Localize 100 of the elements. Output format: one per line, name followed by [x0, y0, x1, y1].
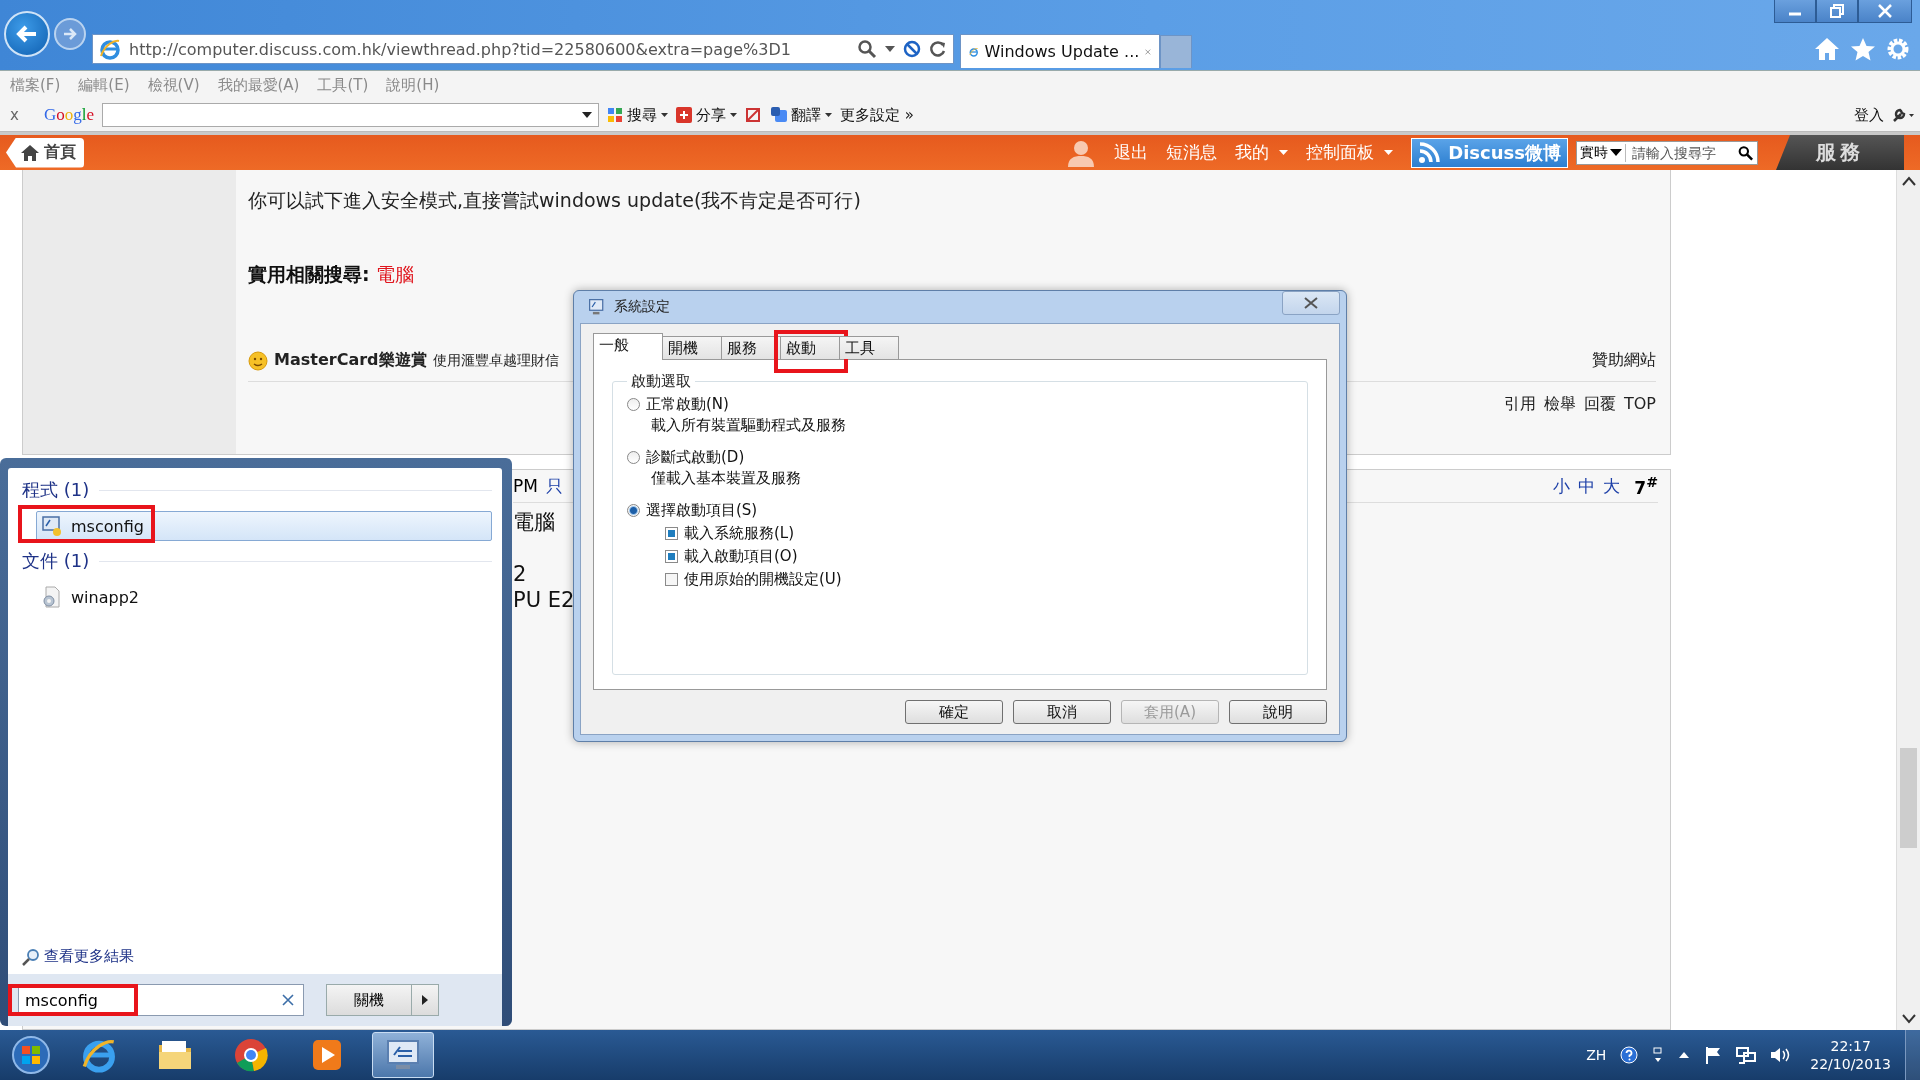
four-squares-icon — [607, 107, 624, 123]
scope-dropdown[interactable]: 實時 — [1577, 143, 1626, 162]
caret-icon — [661, 113, 669, 117]
radio-option[interactable]: 診斷式啟動(D) — [627, 446, 745, 469]
home-icon[interactable] — [1814, 37, 1840, 61]
search-icon[interactable] — [857, 39, 877, 59]
folder-icon — [157, 1039, 193, 1071]
caret-icon[interactable] — [582, 112, 593, 118]
back-button[interactable] — [4, 11, 50, 57]
volume-icon[interactable] — [1770, 1046, 1791, 1064]
radio-option[interactable]: 選擇啟動項目(S) — [627, 499, 758, 522]
ad-text[interactable]: 使用滙豐卓越理財信 — [432, 351, 559, 370]
wrench-icon[interactable] — [1892, 107, 1914, 123]
app-icon — [588, 298, 606, 316]
checkbox-option[interactable]: 載入啟動項目(O) — [665, 545, 798, 568]
refresh-icon[interactable] — [929, 40, 947, 58]
flag-icon[interactable] — [1704, 1046, 1723, 1064]
computer-icon — [386, 1039, 420, 1071]
dialog-tab[interactable]: 工具 — [839, 336, 899, 359]
taskbar-app-button[interactable] — [372, 1032, 434, 1078]
result-label: msconfig — [71, 516, 144, 536]
site-search-field[interactable]: 實時 請輸入搜尋字 — [1576, 140, 1758, 165]
see-more-results-link[interactable]: 查看更多結果 — [22, 947, 492, 966]
dialog-tab[interactable]: 服務 — [721, 336, 781, 359]
clock[interactable]: 22:17 22/10/2013 — [1810, 1037, 1891, 1073]
address-bar[interactable]: http://computer.discuss.com.hk/viewthread.php?tid=22580600&extra=page%3D1 — [92, 34, 954, 64]
close-icon — [1304, 297, 1318, 309]
dialog-tab[interactable]: 開機 — [662, 336, 722, 359]
caret-icon[interactable] — [885, 46, 895, 52]
floor-number: 7$^{#}$ — [1634, 474, 1658, 498]
search-result-item[interactable]: msconfig — [36, 511, 492, 541]
dialog-button[interactable]: 說明 — [1229, 700, 1327, 724]
font-size-link[interactable]: 中 — [1578, 474, 1596, 498]
ad-title[interactable]: MasterCard樂遊賞 — [274, 350, 427, 371]
radio-option[interactable]: 正常啟動(N) — [627, 393, 729, 416]
home-icon — [20, 143, 40, 162]
scope-label: 實時 — [1580, 143, 1608, 162]
toolbar-search-field[interactable] — [102, 103, 600, 127]
sign-in-link[interactable]: 登入 — [1854, 105, 1884, 125]
clear-icon[interactable] — [282, 994, 294, 1006]
chrome-icon — [234, 1038, 268, 1072]
post-action-link[interactable]: TOP — [1624, 394, 1656, 415]
section-heading: 文件 (1) — [22, 549, 90, 573]
toolbar-button[interactable]: 翻譯 — [771, 105, 833, 125]
post-action-link[interactable]: 回覆 — [1584, 394, 1616, 415]
related-search-label: 實用相關搜尋: — [248, 263, 370, 285]
toolbar-button[interactable]: 搜尋 — [607, 105, 669, 125]
search-icon[interactable] — [1738, 143, 1753, 162]
option-description: 載入所有裝置驅動程式及服務 — [650, 416, 847, 436]
forward-button[interactable] — [54, 18, 86, 50]
font-size-link[interactable]: 小 — [1553, 474, 1571, 498]
show-hidden-icons-icon[interactable] — [1678, 1051, 1691, 1059]
dialog-button[interactable]: 確定 — [905, 700, 1003, 724]
service-tab[interactable]: 服務 — [1776, 135, 1904, 170]
shutdown-button[interactable]: 關機 — [326, 984, 412, 1016]
close-button[interactable] — [1858, 0, 1912, 23]
toolbar-button[interactable]: 分享 — [676, 105, 738, 125]
close-button[interactable] — [1282, 291, 1340, 315]
search-result-item[interactable]: winapp2 — [36, 582, 492, 612]
browser-tab[interactable]: Windows Update ... — [960, 34, 1160, 68]
keyboard-icon[interactable] — [1652, 1046, 1665, 1064]
caret-icon — [1384, 150, 1394, 155]
play-icon — [311, 1038, 343, 1072]
font-size-link[interactable]: 大 — [1603, 474, 1621, 498]
computer-icon — [41, 515, 63, 537]
scrollbar[interactable] — [1896, 170, 1920, 1030]
related-link[interactable]: 電腦 — [375, 263, 414, 285]
restore-button[interactable] — [1816, 0, 1858, 23]
shutdown-options-button[interactable] — [412, 984, 439, 1016]
tab-title: Windows Update ... — [984, 42, 1140, 61]
dialog-button[interactable]: 取消 — [1013, 700, 1111, 724]
network-icon[interactable] — [1736, 1046, 1757, 1064]
stop-icon[interactable] — [903, 40, 921, 58]
dialog-tab[interactable]: 一般 — [593, 333, 663, 360]
rss-icon — [1418, 141, 1441, 164]
post-action-link[interactable]: 引用 — [1504, 394, 1536, 415]
language-indicator[interactable]: ZH — [1586, 1047, 1607, 1063]
home-tab[interactable]: 首頁 — [6, 137, 84, 168]
more-results-label: 查看更多結果 — [44, 947, 134, 966]
checkbox-option[interactable]: 使用原始的開機設定(U) — [665, 568, 842, 591]
star-icon[interactable] — [1850, 37, 1876, 61]
checkbox-option[interactable]: 載入系統服務(L) — [665, 522, 795, 545]
plus-icon — [676, 107, 693, 123]
browser-icon — [81, 1037, 117, 1073]
search-icon — [22, 947, 40, 966]
show-desktop-button[interactable] — [1905, 1030, 1920, 1080]
help-icon[interactable] — [1620, 1046, 1639, 1064]
only-author-link[interactable]: 只 — [545, 474, 563, 498]
post-time: PM — [513, 476, 538, 496]
minimize-button[interactable] — [1774, 0, 1816, 23]
dialog-title: 系統設定 — [614, 298, 670, 316]
section-heading: 程式 (1) — [22, 478, 90, 502]
close-toolbar-button[interactable]: x — [10, 106, 30, 124]
dialog-tab[interactable]: 啟動 — [780, 336, 840, 359]
banner-text: Discuss微博 — [1448, 140, 1561, 165]
toolbar-button[interactable]: 更多設定 » — [840, 105, 914, 125]
post-action-link[interactable]: 檢舉 — [1544, 394, 1576, 415]
windows-logo-icon — [11, 1035, 51, 1075]
scrollbar-thumb[interactable] — [1900, 748, 1917, 848]
browser-icon — [99, 38, 121, 60]
